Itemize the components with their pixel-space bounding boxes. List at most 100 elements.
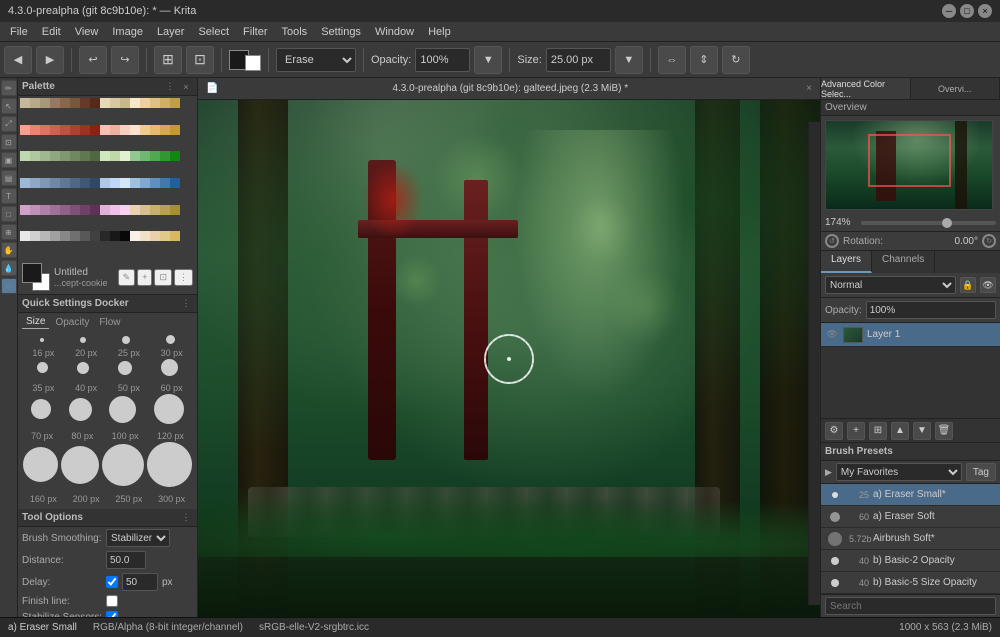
color-cell[interactable] <box>110 125 120 135</box>
color-cell[interactable] <box>160 231 170 241</box>
layer-item-1[interactable]: 👁 Layer 1 <box>821 323 1000 347</box>
tab-overview[interactable]: Overvi... <box>911 78 1000 99</box>
color-cell[interactable] <box>90 178 100 188</box>
qs-options-btn[interactable]: ⋮ <box>179 297 193 311</box>
color-cell[interactable] <box>50 98 60 108</box>
palette-add-btn[interactable]: + <box>137 269 152 286</box>
tool-gradient[interactable]: ▤ <box>1 170 17 186</box>
color-cell[interactable] <box>100 98 110 108</box>
canvas-view-button[interactable]: ⊡ <box>186 46 214 74</box>
close-button[interactable]: × <box>978 4 992 18</box>
color-cell[interactable] <box>60 231 70 241</box>
color-cell[interactable] <box>160 98 170 108</box>
stabilize-sensors-checkbox[interactable] <box>106 611 118 617</box>
tool-crop[interactable]: ⊡ <box>1 134 17 150</box>
color-cell[interactable] <box>150 178 160 188</box>
size-down-btn[interactable]: ▼ <box>615 46 643 74</box>
brush-size-35[interactable] <box>37 362 48 376</box>
color-cell[interactable] <box>100 205 110 215</box>
brush-size-16[interactable] <box>40 338 44 342</box>
menu-layer[interactable]: Layer <box>151 24 191 40</box>
color-cell[interactable] <box>130 98 140 108</box>
color-cell[interactable] <box>20 125 30 135</box>
color-cell[interactable] <box>100 125 110 135</box>
color-cell[interactable] <box>70 151 80 161</box>
color-cell[interactable] <box>90 205 100 215</box>
menu-image[interactable]: Image <box>106 24 149 40</box>
color-cell[interactable] <box>170 205 180 215</box>
layer-down-btn[interactable]: ▼ <box>913 422 931 440</box>
tool-eyedrop[interactable]: 💧 <box>1 260 17 276</box>
brush-item-eraser-soft[interactable]: 60 a) Eraser Soft <box>821 506 1000 528</box>
color-cell[interactable] <box>160 205 170 215</box>
color-cell[interactable] <box>120 231 130 241</box>
color-cell[interactable] <box>140 98 150 108</box>
rotate-right-btn[interactable]: ↻ <box>982 234 996 248</box>
menu-edit[interactable]: Edit <box>36 24 67 40</box>
zoom-slider[interactable] <box>861 221 996 225</box>
color-cell[interactable] <box>90 125 100 135</box>
overview-thumbnail[interactable] <box>825 120 993 210</box>
brush-size-300[interactable] <box>147 442 192 490</box>
color-cell[interactable] <box>80 178 90 188</box>
brush-size-25[interactable] <box>122 336 130 344</box>
delay-checkbox[interactable] <box>106 576 118 588</box>
tab-size[interactable]: Size <box>22 315 49 329</box>
layer-opacity-input[interactable] <box>866 301 996 319</box>
brush-size-200[interactable] <box>61 446 99 487</box>
bp-expand-icon[interactable]: ▶ <box>825 467 832 478</box>
brush-size-20[interactable] <box>80 337 86 343</box>
tab-flow[interactable]: Flow <box>95 315 124 329</box>
tab-layers[interactable]: Layers <box>821 251 872 273</box>
color-cell[interactable] <box>60 98 70 108</box>
color-cell[interactable] <box>40 178 50 188</box>
color-cell[interactable] <box>90 98 100 108</box>
brush-size-250[interactable] <box>102 444 144 489</box>
brush-size-100[interactable] <box>109 396 136 426</box>
color-cell[interactable] <box>50 178 60 188</box>
undo-button[interactable]: ↩ <box>79 46 107 74</box>
layer-up-btn[interactable]: ▲ <box>891 422 909 440</box>
distance-input[interactable] <box>106 551 146 569</box>
color-cell[interactable] <box>30 178 40 188</box>
layer-settings-btn[interactable]: ⚙ <box>825 422 843 440</box>
brush-item-basic5[interactable]: 40 b) Basic-5 Size Opacity <box>821 572 1000 594</box>
menu-view[interactable]: View <box>69 24 105 40</box>
color-cell[interactable] <box>50 231 60 241</box>
finish-line-checkbox[interactable] <box>106 595 118 607</box>
color-cell[interactable] <box>60 151 70 161</box>
minimize-button[interactable]: ─ <box>942 4 956 18</box>
color-cell[interactable] <box>150 125 160 135</box>
color-cell[interactable] <box>130 178 140 188</box>
palette-close-btn[interactable]: × <box>179 80 193 94</box>
color-cell[interactable] <box>70 178 80 188</box>
color-cell[interactable] <box>130 231 140 241</box>
toolbar-back-btn[interactable]: ◀ <box>4 46 32 74</box>
color-cell[interactable] <box>30 125 40 135</box>
color-cell[interactable] <box>20 98 30 108</box>
canvas-tab-close[interactable]: × <box>806 83 812 94</box>
color-cell[interactable] <box>20 178 30 188</box>
brush-size-50[interactable] <box>118 361 132 378</box>
color-cell[interactable] <box>110 205 120 215</box>
layer-visibility-btn[interactable]: 👁 <box>980 277 996 293</box>
color-cell[interactable] <box>170 98 180 108</box>
zoom-handle[interactable] <box>942 218 952 228</box>
tool-select[interactable]: ↖ <box>1 98 17 114</box>
to-options-btn[interactable]: ⋮ <box>179 511 193 525</box>
background-color-btn[interactable] <box>245 55 261 71</box>
layer-delete-btn[interactable]: 🗑 <box>935 422 953 440</box>
color-cell[interactable] <box>140 205 150 215</box>
color-cell[interactable] <box>170 231 180 241</box>
color-cell[interactable] <box>70 125 80 135</box>
brush-size-40[interactable] <box>77 362 89 377</box>
palette-view-btn[interactable]: ⊡ <box>154 269 172 286</box>
color-cell[interactable] <box>110 178 120 188</box>
color-cell[interactable] <box>100 151 110 161</box>
canvas-scrollbar-vertical[interactable] <box>808 122 820 605</box>
color-cell[interactable] <box>110 151 120 161</box>
menu-window[interactable]: Window <box>369 24 420 40</box>
foreground-color-swatch[interactable] <box>22 263 42 283</box>
color-cell[interactable] <box>140 125 150 135</box>
color-cell[interactable] <box>40 205 50 215</box>
